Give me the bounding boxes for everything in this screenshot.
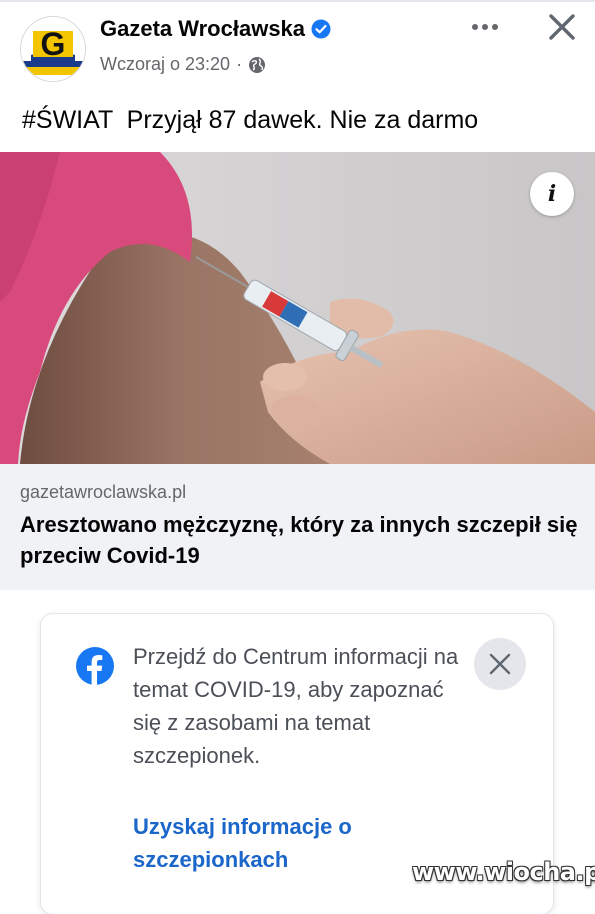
page-avatar[interactable]: G [20,16,86,82]
close-icon [489,653,511,675]
close-post-button[interactable] [545,10,579,44]
more-options-icon [472,24,498,30]
link-preview[interactable]: gazetawroclawska.pl Aresztowano mężczyzn… [0,464,595,590]
covid-info-message: Przejdź do Centrum informacji na temat C… [133,644,459,768]
post-meta: Wczoraj o 23:20 · [100,54,266,75]
facebook-logo-icon [75,646,115,686]
article-image[interactable] [0,152,595,464]
post-text: #ŚWIAT Przyjął 87 dawek. Nie za darmo [22,106,479,134]
page-name-label[interactable]: Gazeta Wrocławska [100,16,305,42]
globe-icon [248,56,266,74]
link-title[interactable]: Aresztowano mężczyznę, który za innych s… [20,509,580,571]
info-icon: i [547,181,557,207]
close-icon [549,14,575,40]
verified-badge-icon [311,19,331,39]
top-divider [0,0,595,2]
vaccine-info-link[interactable]: Uzyskaj informacje o szczepionkach [133,810,433,876]
meta-separator: · [236,54,243,74]
more-options-button[interactable] [468,14,502,40]
page-name[interactable]: Gazeta Wrocławska [100,16,331,42]
post-timestamp[interactable]: Wczoraj o 23:20 [100,54,230,75]
link-domain: gazetawroclawska.pl [20,482,187,502]
covid-card-close-button[interactable] [474,638,526,690]
avatar-letter: G [41,26,66,62]
watermark: www.wiocha.pl [412,858,595,886]
info-button[interactable]: i [530,172,574,216]
